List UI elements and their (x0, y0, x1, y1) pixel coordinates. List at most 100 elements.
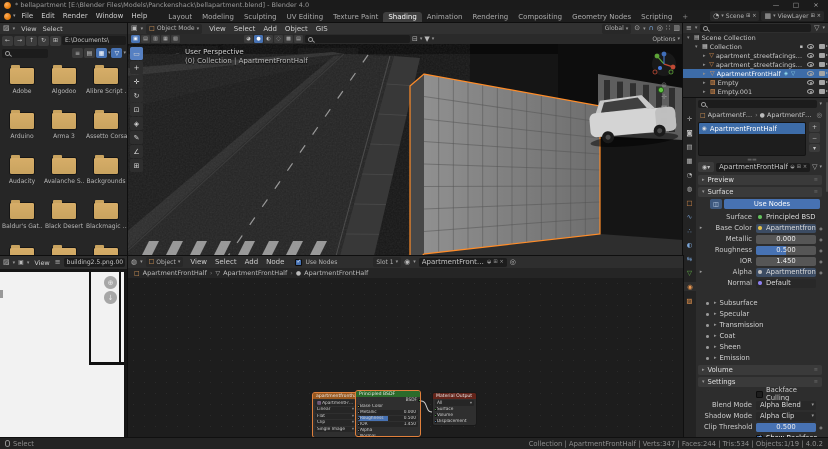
back-button[interactable]: ← (2, 36, 13, 46)
exclude-checkbox-icon[interactable]: ▪ (800, 44, 803, 50)
slot-selector[interactable]: Slot 1 ▾ (373, 257, 401, 267)
remove-slot-button[interactable]: − (809, 133, 820, 143)
collapsed-section-transmission[interactable]: ▸Transmission (698, 320, 824, 330)
collapsed-section-subsurface[interactable]: ▸Subsurface (698, 298, 824, 308)
use-nodes-button[interactable]: Use Nodes (724, 199, 820, 209)
slot-specials-button[interactable]: ▾ (809, 144, 820, 152)
new-material-icon[interactable]: ⊞ (797, 164, 801, 170)
add-workspace-button[interactable]: + (677, 12, 693, 22)
expand-arrow-icon[interactable]: ▾ (687, 35, 692, 41)
properties-tab-data[interactable]: ▽ (683, 268, 696, 277)
disable-in-renders-camera-icon[interactable] (819, 80, 825, 85)
image-node-option-flat[interactable]: Flat▾ (315, 414, 356, 420)
disable-in-renders-camera-icon[interactable] (819, 71, 825, 76)
filter-button[interactable]: ▽ (111, 48, 122, 58)
transform-orientation-selector[interactable]: Global ▾ (602, 24, 632, 34)
workspace-tab-scripting[interactable]: Scripting (636, 12, 677, 22)
properties-tab-particles[interactable]: ∴ (683, 226, 696, 235)
node-canvas[interactable]: apartmentfronthalf.png ▨ ApartmentFront.… (128, 278, 683, 437)
horizontal-list-display-button[interactable]: ▤ (84, 48, 95, 58)
overlay-a-icon[interactable]: ▤ (141, 35, 150, 43)
cursor-tool[interactable]: + (130, 61, 143, 74)
properties-search-input[interactable] (698, 100, 817, 108)
properties-tab-world[interactable]: ◍ (683, 184, 696, 193)
material-slot-list[interactable]: ◉ ApartmentFrontHalf (698, 122, 806, 156)
snap-magnet-icon[interactable]: ∩ (649, 25, 654, 32)
overlay-b-icon[interactable]: ▥ (151, 35, 160, 43)
new-material-icon[interactable]: ⊞ (493, 259, 497, 265)
selected-building-side-face[interactable] (410, 74, 424, 256)
browse-material-button[interactable]: ◉▾ (698, 162, 714, 172)
shader-type-selector[interactable]: □ Object ▾ (146, 257, 184, 267)
collapsed-section-specular[interactable]: ▸Specular (698, 309, 824, 319)
expand-arrow-icon[interactable]: ▸ (703, 80, 708, 86)
add-primitive-tool[interactable]: ⊞ (130, 159, 143, 172)
disable-in-renders-camera-icon[interactable] (819, 53, 825, 58)
folder-item[interactable]: Assetto Corsa (85, 108, 127, 153)
shading-dropdown-icon[interactable]: ⊟ (412, 36, 418, 43)
decorator-dot[interactable]: ● (818, 259, 824, 264)
decorator-dot[interactable]: ● (818, 237, 824, 242)
zoom-gizmo-icon[interactable]: ⊕ (661, 81, 667, 89)
up-button[interactable]: ↑ (26, 36, 37, 46)
menu-edit[interactable]: Edit (37, 11, 59, 21)
folder-item[interactable]: Alibre Script ... (85, 63, 127, 108)
alpha-input[interactable]: Apartmentfronthalf.p... (756, 268, 816, 277)
close-button[interactable]: × (808, 1, 824, 9)
menu-add[interactable]: Add (241, 257, 263, 267)
outliner-row-scene-collection[interactable]: ▾▤Scene Collection (683, 33, 828, 42)
vertical-list-display-button[interactable]: ≡ (72, 48, 83, 58)
workspace-tab-texture-paint[interactable]: Texture Paint (328, 12, 383, 22)
image-node-option-clip[interactable]: Clip▾ (315, 420, 356, 426)
expand-arrow-icon[interactable]: ▸ (703, 71, 708, 77)
collapsed-section-coat[interactable]: ▸Coat (698, 331, 824, 341)
bsdf-input-alpha[interactable]: Alpha (358, 428, 418, 433)
render-pass-button[interactable]: ▤ (294, 35, 303, 43)
outliner-row-collection[interactable]: ▾▦Collection▪ (683, 42, 828, 51)
menu-help[interactable]: Help (127, 11, 151, 21)
folder-item[interactable]: Baldur's Gat... (1, 198, 43, 243)
menu-window[interactable]: Window (92, 11, 128, 21)
breadcrumb-object[interactable]: ApartmentFron... (708, 111, 753, 119)
remove-view-layer-icon[interactable]: × (817, 14, 821, 19)
outliner-filter-icon[interactable]: ▽ (814, 25, 819, 32)
disable-in-renders-camera-icon[interactable] (819, 62, 825, 67)
roughness-slider[interactable]: 0.500 (756, 246, 816, 255)
menu-gis[interactable]: GIS (312, 24, 332, 34)
properties-tab-object[interactable]: □ (683, 198, 696, 207)
properties-tab-material[interactable]: ◉ (683, 282, 696, 291)
image-mode-icon[interactable]: ▣ (18, 260, 24, 266)
collapsed-section-sheen[interactable]: ▸Sheen (698, 342, 824, 352)
navigation-axis-gizmo[interactable] (651, 51, 677, 77)
decorator-dot[interactable]: ● (818, 270, 824, 275)
surface-panel-header[interactable]: ▾Surface≡ (698, 187, 822, 197)
viewport-3d-scene[interactable] (128, 44, 683, 256)
clip-threshold-slider[interactable]: 0.500 (756, 423, 816, 432)
outliner-row-apartmentfronthalf[interactable]: ▸▽ApartmentFrontHalf◈▽ (683, 69, 828, 78)
menu-select[interactable]: Select (230, 24, 260, 34)
menu-view[interactable]: View (32, 259, 51, 267)
outliner-search-input[interactable] (700, 24, 811, 32)
texture-paint-button[interactable]: ▩ (284, 35, 293, 43)
pin-icon[interactable]: ◎ (510, 259, 516, 266)
workspace-tab-animation[interactable]: Animation (422, 12, 468, 22)
image-canvas[interactable]: ⊕ ↓ (0, 269, 128, 437)
snap-toggle-icon[interactable]: ▣ (131, 35, 140, 43)
thumbnail-display-button[interactable]: ▦ (96, 48, 107, 58)
folder-item[interactable]: Avalanche S... (43, 153, 85, 198)
browse-material-icon[interactable]: ◉ (404, 259, 410, 266)
material-output-node[interactable]: Material Output All ▾ SurfaceVolumeDispl… (432, 392, 477, 426)
expand-arrow-icon[interactable]: ▸ (703, 62, 707, 68)
workspace-tab-rendering[interactable]: Rendering (467, 12, 513, 22)
pan-gizmo-icon[interactable]: ↓ (104, 291, 117, 304)
filter-dropdown-icon[interactable]: ▼ (424, 36, 429, 43)
bsdf-input-metallic[interactable]: Metallic0.000 (358, 410, 418, 415)
workspace-tab-uv-editing[interactable]: UV Editing (282, 12, 329, 22)
path-field[interactable]: E:\Documents\ (62, 36, 126, 45)
folder-item[interactable]: Blackmagic ... (85, 198, 127, 243)
overlay-d-icon[interactable]: ▧ (171, 35, 180, 43)
properties-tab-constraints[interactable]: ⇆ (683, 254, 696, 263)
workspace-tab-shading[interactable]: Shading (383, 12, 421, 22)
view-layer-selector[interactable]: ▦▾ ViewLayer ⊞ × (761, 11, 824, 21)
transform-tool[interactable]: ◈ (130, 117, 143, 130)
